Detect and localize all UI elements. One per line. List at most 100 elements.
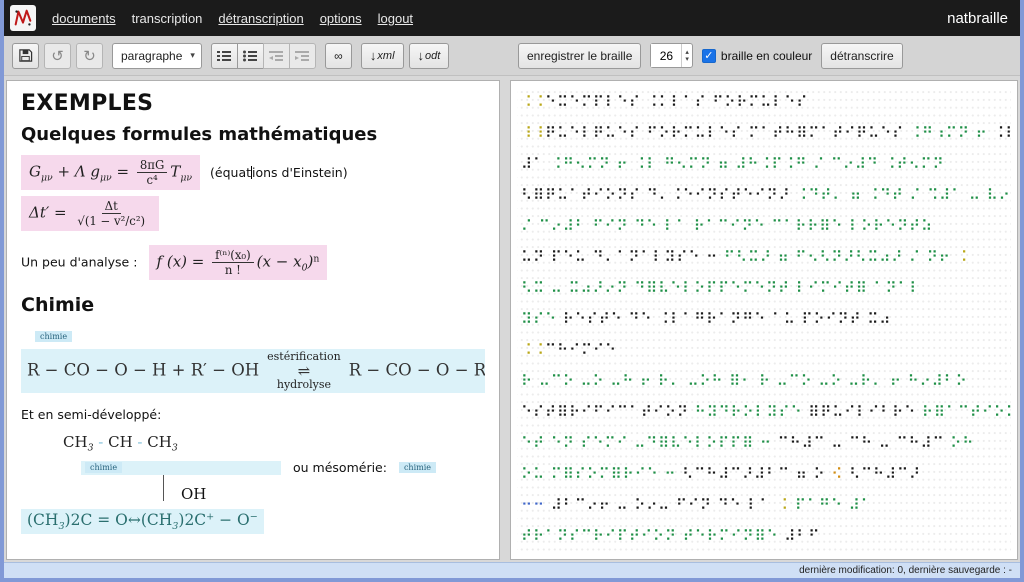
ester-row: R − CO − O − H + R′ − OHestérification⇌h… [21, 349, 485, 397]
braille-line: ⠞⠗⠁⠝⠎⠉⠗⠊⠏⠞⠊⠕⠝ ⠞⠑⠗⠍⠊⠝⠿⠑ ⠼⠃⠋ [517, 521, 1011, 552]
braille-segment: ⠼⠃⠉⠔⠖ ⠤ ⠕⠔⠤ ⠋⠊⠝ ⠙⠑ ⠇⠁ [551, 496, 772, 514]
chimie-chip-row: chimie [35, 324, 485, 343]
chimie-heading: Chimie [21, 294, 485, 316]
braille-output[interactable]: ⠨⠨⠑⠭⠑⠍⠏⠇⠑⠎ ⠨⠅⠇⠁⠎ ⠋⠕⠗⠍⠥⠇⠑⠎⠸⠸⠟⠥⠑⠇⠟⠥⠑⠎ ⠋⠕⠗⠍… [510, 80, 1018, 560]
braille-segment: ⠪ [826, 465, 850, 483]
structure-highlight-band: chimie [81, 461, 281, 475]
formula-segment: G [29, 163, 41, 181]
braille-segment: ⠕⠥ ⠍⠿⠎⠕⠍⠿⠗⠊⠑ ⠒ [521, 465, 682, 483]
braille-line: ⠨⠨⠑⠭⠑⠍⠏⠇⠑⠎ ⠨⠅⠇⠁⠎ ⠋⠕⠗⠍⠥⠇⠑⠎ [517, 87, 1011, 118]
braille-line: ⠕⠥ ⠍⠿⠎⠕⠍⠿⠗⠊⠑ ⠒ ⠣⠉⠓⠼⠉⠜⠼⠃⠉ ⠶ ⠕ ⠪ ⠣⠉⠓⠼⠉⠜ [517, 459, 1011, 490]
formula-segment: μν [180, 172, 192, 183]
braille-segment: ⠗⠿⠁⠉⠞⠊⠕⠝ [922, 403, 1011, 421]
indent-button[interactable] [289, 43, 316, 69]
app-brand: natbraille [947, 10, 1008, 27]
line-width-input[interactable] [651, 44, 681, 67]
status-bar: dernière modification: 0, dernière sauve… [4, 562, 1020, 578]
download-odt-button[interactable]: ↓odt [409, 43, 450, 69]
formula-segment: Δt√(1 − v²/c²) [74, 199, 148, 228]
menu-documents[interactable]: documents [52, 11, 116, 26]
save-braille-button[interactable]: enregistrer le braille [518, 43, 641, 69]
formula-segment: R − CO − O − H + R′ − OH [27, 361, 259, 380]
formula-segment: − [250, 512, 258, 523]
formula-segment: - [133, 433, 148, 451]
undo-button[interactable]: ↺ [44, 43, 71, 69]
bond-line [163, 475, 164, 501]
menu-logout[interactable]: logout [378, 11, 413, 26]
braille-segment: ⠼⠃⠋ [778, 527, 820, 545]
menu-transcription[interactable]: transcription [132, 11, 203, 26]
formula-segment: )2C [178, 511, 206, 529]
chimie-chip[interactable]: chimie [35, 331, 72, 342]
structure-formula: CH3 - CH - CH3 [63, 433, 178, 451]
bullet-list-icon [243, 50, 257, 62]
menu-detranscription[interactable]: détranscription [218, 11, 303, 26]
formula-segment: 8πGc⁴ [137, 158, 167, 187]
save-button[interactable] [12, 43, 39, 69]
chevron-down-icon: ▾ [190, 50, 195, 61]
redo-icon: ↻ [83, 47, 96, 65]
formula-segment: (x) = [162, 253, 209, 271]
braille-segment: ⠕⠓ [945, 434, 975, 452]
main-area: EXEMPLES Quelques formules mathématiques… [4, 76, 1020, 562]
braille-segment: ⠣⠉⠓⠼⠉⠜⠼⠃⠉ ⠶ ⠕ [682, 465, 825, 483]
toolbar-strip: ↺ ↻ paragraphe ▾ [4, 36, 1020, 76]
outdent-button[interactable] [263, 43, 290, 69]
braille-line: ⠼⠁ ⠨⠛⠢⠍⠝ ⠖ ⠨⠇ ⠛⠢⠍⠝ ⠶ ⠼⠓⠨⠏⠨⠛ ⠌ ⠉⠔⠼⠙ ⠨⠞⠢⠍⠝ [517, 149, 1011, 180]
einstein-formula[interactable]: Gμν + Λ gμν = 8πGc⁴Tμν [21, 155, 200, 190]
download-xml-button[interactable]: ↓xml [361, 43, 404, 69]
analysis-label: Un peu d'analyse : [21, 255, 137, 270]
braille-segment: ⠉⠓⠊⠍⠊⠑ [545, 341, 617, 359]
formula-segment: R − CO − O − R′ + H [349, 361, 485, 380]
semi-structure[interactable]: CH3 - CH - CH3 chimie ou mésomérie: chim… [63, 432, 485, 503]
detranscribe-button[interactable]: détranscrire [821, 43, 902, 69]
ordered-list-icon [217, 50, 231, 62]
menu-options[interactable]: options [320, 11, 362, 26]
braille-line: ⠸⠸⠟⠥⠑⠇⠟⠥⠑⠎ ⠋⠕⠗⠍⠥⠇⠑⠎ ⠍⠁⠞⠓⠿⠍⠁⠞⠊⠟⠥⠑⠎ ⠨⠛⠰⠍⠝ … [517, 118, 1011, 149]
doc-title: EXEMPLES [21, 91, 485, 116]
formula-segment: μν [41, 172, 53, 183]
braille-color-checkbox[interactable]: ✓ [702, 49, 716, 63]
braille-color-option: ✓ braille en couleur [702, 49, 812, 63]
bullet-list-button[interactable] [237, 43, 264, 69]
einstein-row: Gμν + Λ gμν = 8πGc⁴Tμν (équations d'Eins… [21, 155, 485, 190]
document-editor[interactable]: EXEMPLES Quelques formules mathématiques… [6, 80, 500, 560]
braille-segment: ⠋⠣⠭⠜ ⠶ ⠋⠢⠣⠝⠜⠣⠭⠴⠜ ⠌ ⠝⠖ [724, 248, 951, 266]
braille-segment: ⠼⠁ [521, 155, 551, 173]
spinner-up-icon[interactable]: ▴ [685, 49, 689, 56]
chimie-chip[interactable]: chimie [399, 462, 436, 473]
indent-icon [295, 50, 309, 62]
braille-segment: ⠨⠙⠞⠄ ⠶ ⠨⠙⠞ ⠌ ⠩⠼⠁ ⠤ ⠧⠔⠼⠃ [796, 186, 1011, 204]
braille-line: ⠽⠎⠑ ⠗⠑⠎⠞⠑ ⠙⠑ ⠨⠇⠁⠛⠗⠁⠝⠛⠑ ⠁⠥ ⠏⠕⠊⠝⠞ ⠭⠴ [517, 304, 1011, 335]
mesomerie-label: ou mésomérie: [293, 460, 387, 475]
paragraph-style-select[interactable]: paragraphe ▾ [112, 43, 202, 69]
braille-segment: ⠥⠝ ⠏⠑⠥ ⠙⠄⠁⠝⠁⠇⠽⠎⠑ ⠒ [521, 248, 724, 266]
infinity-icon: ∞ [334, 49, 343, 63]
logo-icon [12, 7, 34, 29]
editor-toolbar: ↺ ↻ paragraphe ▾ [4, 43, 510, 69]
mesomerie-formula[interactable]: (CH3)2C = O↔(CH3)2C+ − O− [21, 509, 264, 534]
braille-segment: ⠸⠸ [521, 124, 545, 142]
braille-segment: ⠨⠇⠛ [988, 124, 1011, 142]
spinner-arrows[interactable]: ▴ ▾ [681, 44, 692, 67]
app-window: documents transcription détranscription … [0, 0, 1024, 582]
ester-formula[interactable]: R − CO − O − H + R′ − OHestérification⇌h… [21, 349, 485, 393]
analysis-row: Un peu d'analyse : f (x) = f⁽ⁿ⁾(x₀)n !(x… [21, 245, 485, 280]
braille-segment: ⠨ [771, 496, 795, 514]
braille-line: ⠑⠞ ⠑⠝ ⠎⠑⠍⠊ ⠤⠙⠿⠧⠑⠇⠕⠏⠏⠿ ⠒ ⠉⠓⠼⠉ ⠤ ⠉⠓ ⠤ ⠉⠓⠼⠉… [517, 428, 1011, 459]
chimie-chip[interactable]: chimie [85, 462, 122, 473]
infinity-button[interactable]: ∞ [325, 43, 352, 69]
formula-segment: - [93, 433, 108, 451]
lorentz-formula[interactable]: Δt′ = Δt√(1 − v²/c²) [21, 196, 159, 231]
floppy-icon [18, 48, 33, 63]
braille-segment: ⠏⠁⠛⠑ ⠼⠁ [795, 496, 873, 514]
redo-button[interactable]: ↻ [76, 43, 103, 69]
braille-segment: ⠑⠭⠑⠍⠏⠇⠑⠎ ⠨⠅⠇⠁⠎ ⠋⠕⠗⠍⠥⠇⠑⠎ [545, 93, 808, 111]
ordered-list-button[interactable] [211, 43, 238, 69]
taylor-formula[interactable]: f (x) = f⁽ⁿ⁾(x₀)n !(x − x0)n [149, 245, 328, 280]
spinner-down-icon[interactable]: ▾ [685, 56, 689, 63]
braille-segment: ⠗ ⠤⠉⠕ ⠤⠕ ⠤⠓ ⠖ ⠗⠄ ⠤⠕⠓ ⠿⠂ ⠗ ⠤⠉⠕ ⠤⠕ ⠤⠗⠄ ⠖ ⠓… [521, 372, 968, 390]
braille-segment: ⠗⠑⠎⠞⠑ ⠙⠑ ⠨⠇⠁⠛⠗⠁⠝⠛⠑ ⠁⠥ ⠏⠕⠊⠝⠞ ⠭⠴ [563, 310, 892, 328]
structure-band-row: chimie ou mésomérie: chimie [81, 460, 485, 475]
braille-line: ⠒⠒ ⠼⠃⠉⠔⠖ ⠤ ⠕⠔⠤ ⠋⠊⠝ ⠙⠑ ⠇⠁ ⠨ ⠏⠁⠛⠑ ⠼⠁ [517, 490, 1011, 521]
